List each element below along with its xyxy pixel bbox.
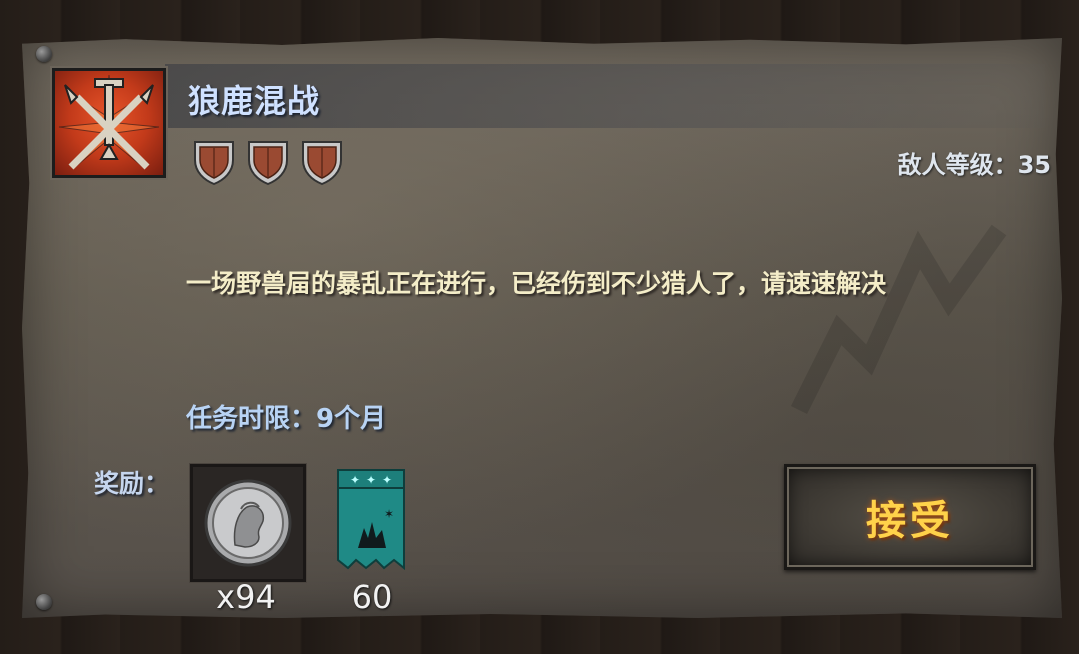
quest-title: 狼鹿混战 — [188, 82, 321, 120]
svg-text:✶: ✶ — [384, 507, 394, 521]
shield-icon — [300, 138, 344, 186]
quest-description: 一场野兽屇的暴乱正在进行，已经伤到不少猎人了，请速速解决 — [186, 269, 887, 298]
accept-button[interactable]: 接受 — [784, 464, 1036, 570]
accept-button-label: 接受 — [866, 498, 954, 544]
nail-icon — [36, 594, 52, 610]
svg-text:✦: ✦ — [382, 473, 392, 487]
svg-text:✦: ✦ — [366, 473, 376, 487]
shield-icon — [246, 138, 290, 186]
reward-quantity: 60 — [351, 578, 393, 616]
reward-item-banner[interactable]: ✦ ✦ ✦ ✶ — [336, 468, 406, 572]
enemy-level: 敌人等级：35 — [897, 151, 1051, 179]
nail-icon — [36, 46, 52, 62]
shield-icon — [192, 138, 236, 186]
quest-deadline: 任务时限：9个月 — [186, 404, 387, 434]
reward-item-coin[interactable] — [190, 464, 306, 582]
parchment-stain-decoration — [790, 224, 1007, 415]
svg-text:✦: ✦ — [350, 473, 360, 487]
silver-coin-icon — [204, 479, 292, 567]
reward-quantity: x94 — [216, 578, 276, 616]
moon-banner-icon: ✦ ✦ ✦ ✶ — [337, 469, 405, 571]
crossed-weapons-icon — [52, 68, 166, 178]
difficulty-shields — [192, 138, 344, 186]
rewards-label: 奖励： — [94, 469, 170, 498]
